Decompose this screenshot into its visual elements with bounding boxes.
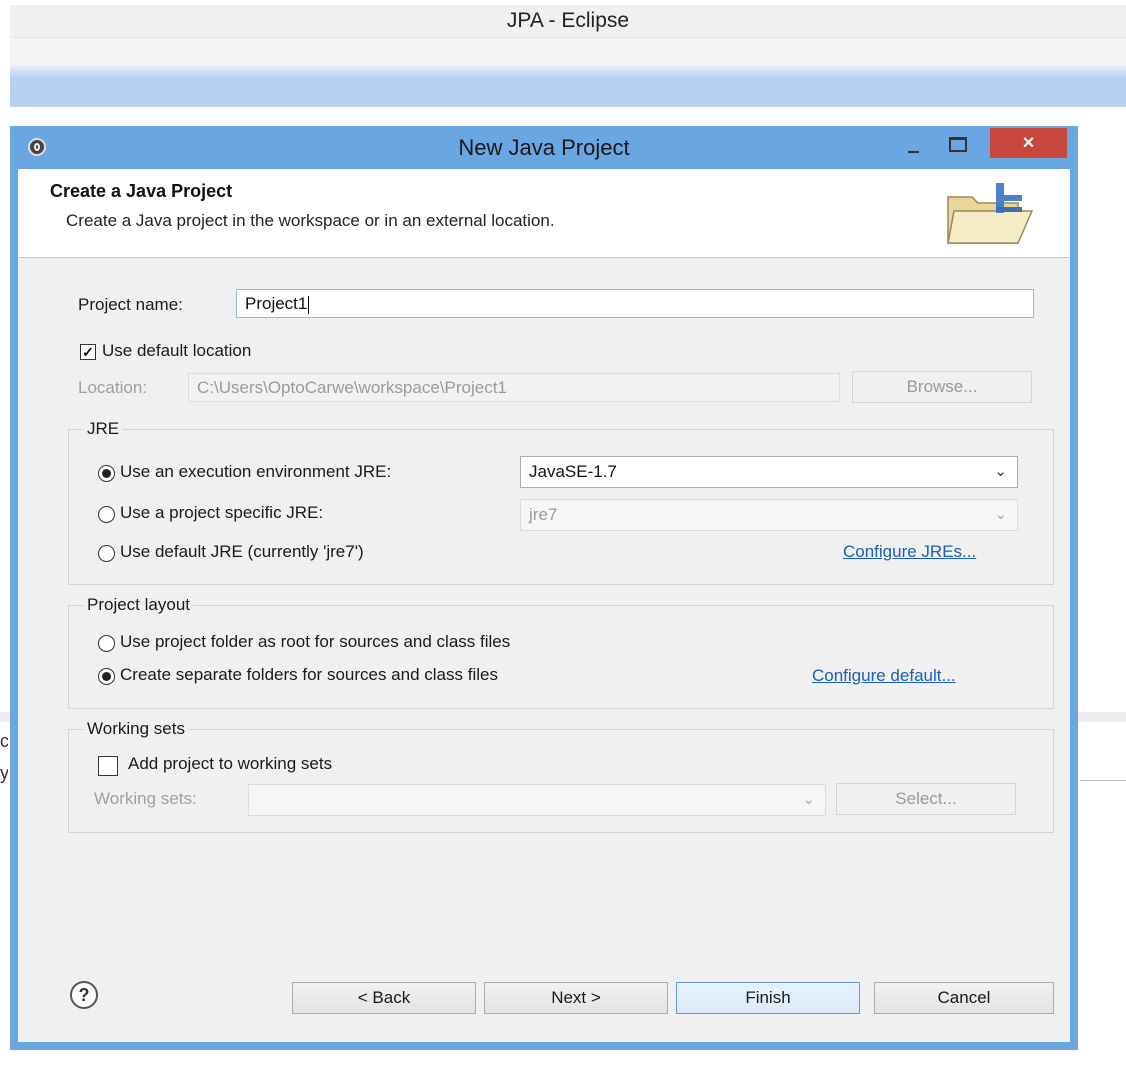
wizard-page-description: Create a Java project in the workspace o… <box>66 211 555 230</box>
project-layout-group-title: Project layout <box>84 595 193 615</box>
layout-separate-label: Create separate folders for sources and … <box>120 665 498 684</box>
browse-button[interactable]: Browse... <box>852 371 1032 403</box>
new-java-project-dialog: New Java Project × Create a Java Project… <box>10 126 1078 1050</box>
project-name-input[interactable]: Project1 <box>236 289 1034 318</box>
project-layout-group <box>68 605 1054 709</box>
close-icon: × <box>1022 132 1035 154</box>
wizard-page-title: Create a Java Project <box>50 181 233 201</box>
eclipse-title-bar: JPA - Eclipse <box>10 5 1126 37</box>
chevron-down-icon: ⌄ <box>994 463 1007 480</box>
layout-separate-radio[interactable] <box>98 668 115 685</box>
use-default-location-label: Use default location <box>102 341 252 360</box>
location-input[interactable]: C:\Users\OptoCarwe\workspace\Project1 <box>188 373 840 402</box>
jre-group-title: JRE <box>84 419 123 439</box>
location-value: C:\Users\OptoCarwe\workspace\Project1 <box>197 378 507 397</box>
configure-default-link[interactable]: Configure default... <box>812 666 956 686</box>
back-button[interactable]: < Back <box>292 982 476 1014</box>
exec-env-value: JavaSE-1.7 <box>529 462 617 481</box>
text-caret <box>308 295 310 314</box>
maximize-button[interactable] <box>940 134 974 156</box>
add-to-working-sets-label: Add project to working sets <box>128 754 333 773</box>
jre-project-specific-radio[interactable] <box>98 506 115 523</box>
background-text-fragment: c <box>0 731 8 751</box>
background-text-fragment: y <box>0 763 8 783</box>
project-specific-jre-value: jre7 <box>529 505 558 524</box>
eclipse-toolbar <box>10 65 1126 107</box>
cancel-button[interactable]: Cancel <box>874 982 1054 1014</box>
chevron-down-icon: ⌄ <box>994 506 1007 523</box>
project-specific-jre-select[interactable]: jre7 ⌄ <box>520 499 1018 531</box>
jre-project-specific-label: Use a project specific JRE: <box>120 503 324 522</box>
minimize-button[interactable] <box>896 136 930 158</box>
layout-root-radio[interactable] <box>98 635 115 652</box>
eclipse-window-title: JPA - Eclipse <box>506 9 630 32</box>
working-sets-group <box>68 729 1054 833</box>
select-working-sets-button[interactable]: Select... <box>836 783 1016 815</box>
help-icon[interactable]: ? <box>70 981 98 1009</box>
wizard-banner: Create a Java Project Create a Java proj… <box>18 169 1070 258</box>
jre-default-radio[interactable] <box>98 545 115 562</box>
location-label: Location: <box>78 378 147 397</box>
jre-exec-env-radio[interactable] <box>98 465 115 482</box>
project-name-label: Project name: <box>78 295 183 314</box>
next-button[interactable]: Next > <box>484 982 668 1014</box>
dialog-body: Create a Java Project Create a Java proj… <box>18 169 1070 1042</box>
configure-jres-link[interactable]: Configure JREs... <box>843 542 976 562</box>
layout-root-label: Use project folder as root for sources a… <box>120 632 511 651</box>
finish-button[interactable]: Finish <box>676 982 860 1014</box>
jre-exec-env-label: Use an execution environment JRE: <box>120 462 392 481</box>
add-to-working-sets-checkbox[interactable] <box>98 756 118 776</box>
close-button[interactable]: × <box>990 128 1067 158</box>
exec-env-select[interactable]: JavaSE-1.7 ⌄ <box>520 456 1018 488</box>
dialog-title-bar[interactable]: New Java Project × <box>10 126 1078 169</box>
jre-default-label: Use default JRE (currently 'jre7') <box>120 542 364 561</box>
chevron-down-icon: ⌄ <box>802 791 815 808</box>
eclipse-menu-bar <box>10 37 1126 66</box>
background-divider <box>1080 780 1126 781</box>
project-name-value: Project1 <box>245 294 308 313</box>
use-default-location-checkbox[interactable]: ✓ <box>80 344 96 360</box>
working-sets-select[interactable]: ⌄ <box>248 784 826 816</box>
working-sets-group-title: Working sets <box>84 719 188 739</box>
new-project-folder-icon <box>947 183 1034 244</box>
working-sets-label: Working sets: <box>94 789 197 808</box>
